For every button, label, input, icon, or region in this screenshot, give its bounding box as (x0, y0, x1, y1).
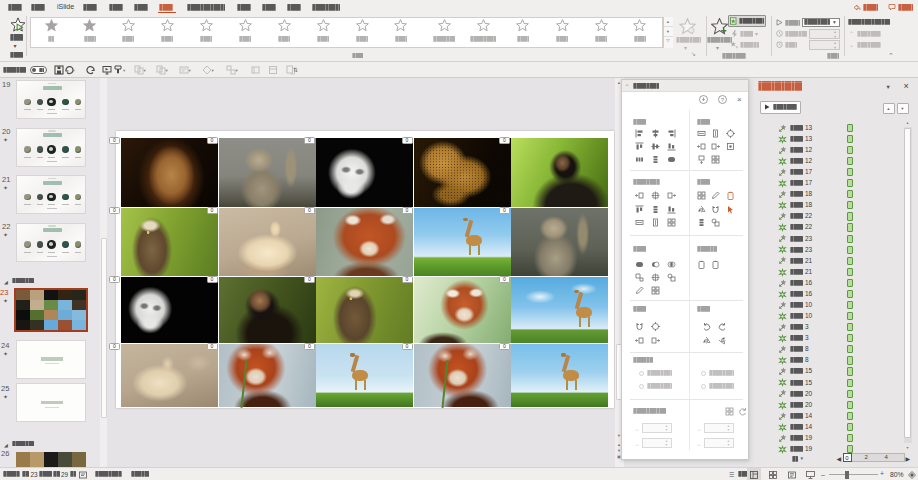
svg-text:?: ? (720, 97, 724, 103)
